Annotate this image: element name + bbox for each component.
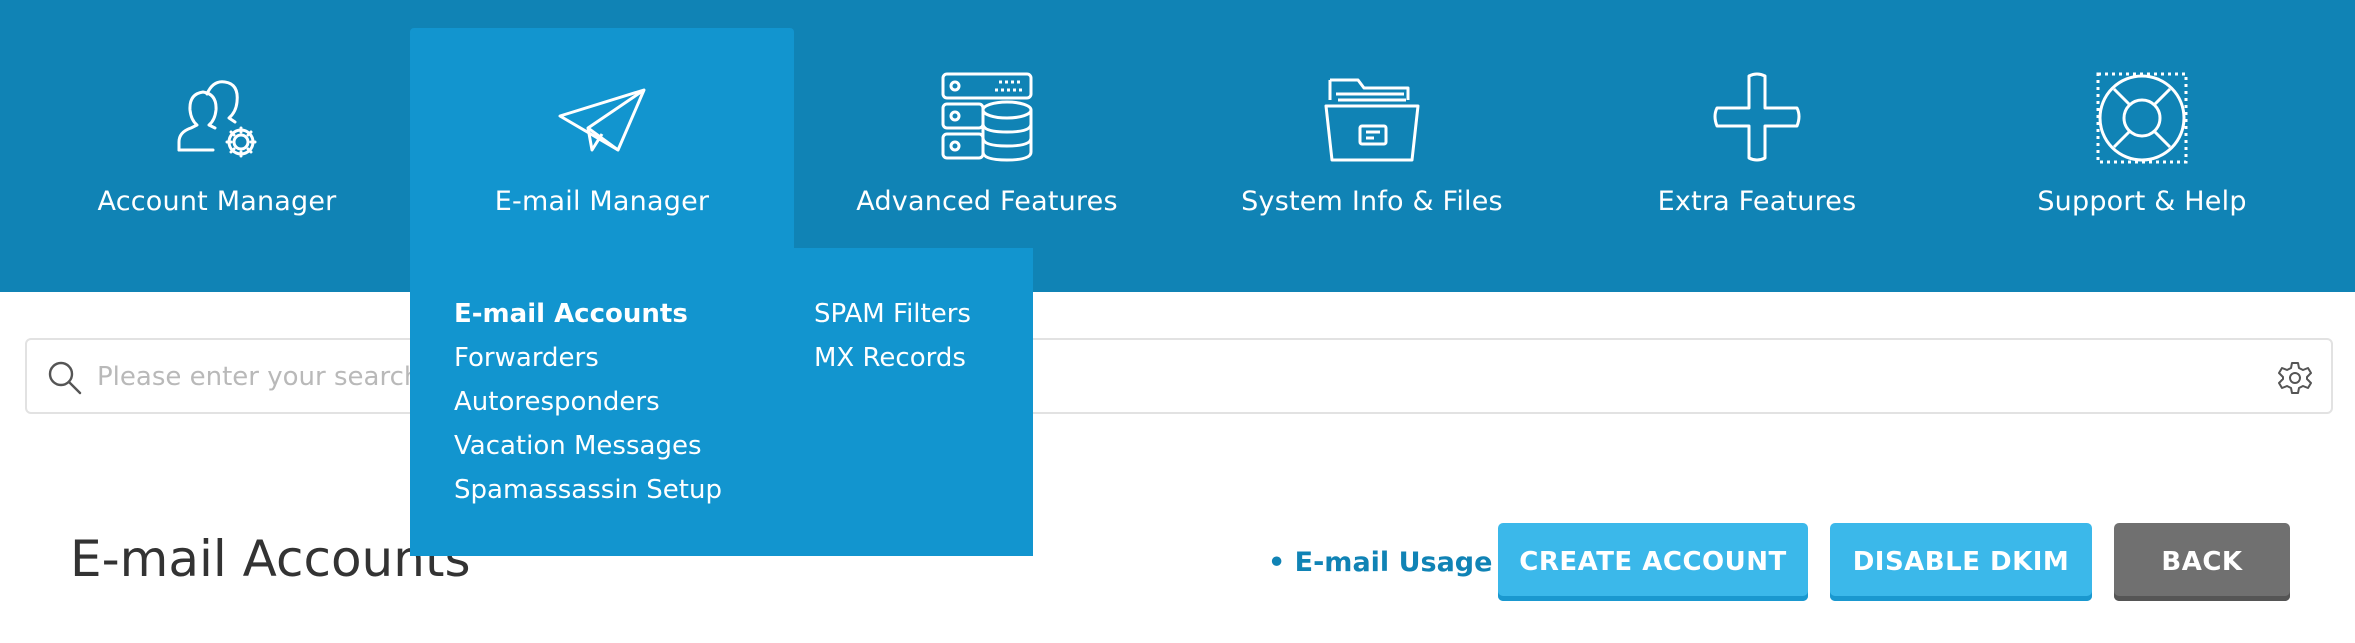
server-database-icon: [939, 70, 1035, 166]
dropdown-item-email-accounts[interactable]: E-mail Accounts: [454, 292, 722, 336]
dropdown-item-spam-filters[interactable]: SPAM Filters: [814, 292, 971, 336]
dropdown-item-spamassassin-setup[interactable]: Spamassassin Setup: [454, 468, 722, 512]
dropdown-column: SPAM Filters MX Records: [814, 292, 971, 380]
email-manager-dropdown: E-mail Accounts Forwarders Autoresponder…: [410, 248, 1033, 556]
file-folder-icon: [1324, 70, 1420, 166]
nav-item-advanced-features[interactable]: Advanced Features: [795, 28, 1179, 248]
nav-item-account-manager[interactable]: Account Manager: [25, 28, 409, 248]
search-bar: [25, 338, 2333, 414]
nav-item-system-info[interactable]: System Info & Files: [1180, 28, 1564, 248]
dropdown-item-forwarders[interactable]: Forwarders: [454, 336, 722, 380]
back-button[interactable]: BACK: [2114, 523, 2290, 601]
search-icon: [48, 361, 82, 395]
nav-label: Advanced Features: [856, 186, 1118, 217]
nav-label: Account Manager: [97, 186, 337, 217]
nav-item-support-help[interactable]: Support & Help: [1950, 28, 2334, 248]
plus-icon: [1709, 70, 1805, 166]
nav-label: System Info & Files: [1241, 186, 1503, 217]
nav-item-extra-features[interactable]: Extra Features: [1565, 28, 1949, 248]
nav-label: Support & Help: [2037, 186, 2247, 217]
nav-label: Extra Features: [1657, 186, 1857, 217]
users-gear-icon: [169, 70, 265, 166]
page: Account Manager E-mail Manager Advanced …: [0, 0, 2355, 643]
email-usage-link[interactable]: • E-mail Usage: [1268, 547, 1492, 578]
paper-plane-icon: [554, 70, 650, 166]
lifebuoy-icon: [2094, 70, 2190, 166]
nav-label: E-mail Manager: [494, 186, 710, 217]
gear-icon[interactable]: [2277, 360, 2313, 396]
dropdown-column: E-mail Accounts Forwarders Autoresponder…: [454, 292, 722, 512]
top-navigation: Account Manager E-mail Manager Advanced …: [0, 0, 2355, 292]
disable-dkim-button[interactable]: DISABLE DKIM: [1830, 523, 2092, 601]
dropdown-item-mx-records[interactable]: MX Records: [814, 336, 971, 380]
dropdown-item-vacation-messages[interactable]: Vacation Messages: [454, 424, 722, 468]
dropdown-item-autoresponders[interactable]: Autoresponders: [454, 380, 722, 424]
create-account-button[interactable]: CREATE ACCOUNT: [1498, 523, 1808, 601]
